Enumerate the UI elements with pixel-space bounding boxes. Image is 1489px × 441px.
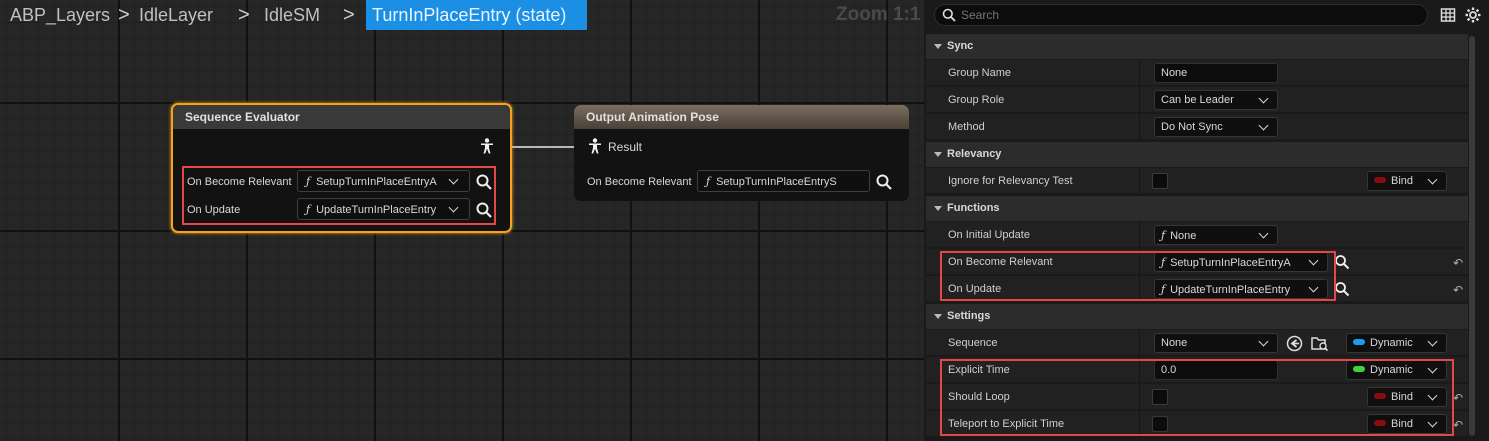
use-selected-asset-icon[interactable] <box>1286 335 1303 352</box>
search-icon[interactable] <box>1334 254 1350 270</box>
ignore-relevancy-checkbox[interactable] <box>1152 173 1168 189</box>
pin-label-on-become-relevant: On Become Relevant <box>587 176 692 188</box>
column-divider[interactable] <box>1139 60 1140 86</box>
search-icon <box>942 8 956 22</box>
row-ignore-relevancy: Ignore for Relevancy Test Bind <box>926 168 1468 194</box>
chevron-down-icon <box>1427 336 1438 347</box>
sequence-mode-select[interactable]: Dynamic <box>1346 333 1447 353</box>
property-label: Ignore for Relevancy Test <box>948 175 1073 187</box>
pose-output-pin-icon[interactable] <box>480 138 494 154</box>
property-label: Group Name <box>948 67 1011 79</box>
chevron-down-icon <box>1258 336 1269 347</box>
chevron-down-icon <box>1258 93 1269 104</box>
on-initial-update-select[interactable]: ƒ None <box>1154 225 1278 245</box>
column-divider[interactable] <box>1139 330 1140 356</box>
row-group-role: Group Role Can be Leader <box>926 87 1468 113</box>
column-divider[interactable] <box>1139 87 1140 113</box>
method-select[interactable]: Do Not Sync <box>1154 117 1278 137</box>
reset-to-default-icon[interactable]: ↶ <box>1453 283 1463 297</box>
on-become-relevant-function-select[interactable]: ƒ SetupTurnInPlaceEntryS <box>697 170 870 192</box>
node-title: Sequence Evaluator <box>173 105 510 129</box>
ignore-relevancy-bind-button[interactable]: Bind <box>1367 171 1447 191</box>
column-divider[interactable] <box>1139 168 1140 194</box>
combo-value: Do Not Sync <box>1161 121 1223 133</box>
group-role-select[interactable]: Can be Leader <box>1154 90 1278 110</box>
mode-label: Dynamic <box>1370 337 1413 349</box>
pill-icon <box>1353 339 1365 345</box>
node-title: Output Animation Pose <box>574 105 909 129</box>
section-relevancy[interactable]: Relevancy <box>926 142 1468 167</box>
row-method: Method Do Not Sync <box>926 114 1468 140</box>
row-sequence: Sequence None Dynamic <box>926 330 1468 356</box>
browse-asset-icon[interactable] <box>1311 335 1329 352</box>
section-settings[interactable]: Settings <box>926 304 1468 329</box>
property-label: Method <box>948 121 985 133</box>
property-label: On Initial Update <box>948 229 1030 241</box>
table-view-icon[interactable] <box>1440 7 1456 23</box>
combo-value: None <box>1161 337 1188 349</box>
row-on-initial-update: On Initial Update ƒ None <box>926 222 1468 248</box>
sequence-asset-select[interactable]: None <box>1154 333 1278 353</box>
highlight-box <box>182 166 496 225</box>
column-divider[interactable] <box>1139 114 1140 140</box>
chevron-down-icon <box>1258 228 1269 239</box>
graph-editor[interactable]: ABP_Layers > IdleLayer > IdleSM > TurnIn… <box>0 0 924 441</box>
property-label: Sequence <box>948 337 998 349</box>
combo-value: Can be Leader <box>1161 94 1234 106</box>
group-name-field[interactable]: None <box>1154 63 1278 83</box>
property-label: Group Role <box>948 94 1005 106</box>
bind-label: Bind <box>1391 175 1414 187</box>
highlight-box <box>940 251 1336 301</box>
highlight-box <box>940 359 1454 436</box>
reset-to-default-icon[interactable]: ↶ <box>1453 391 1463 405</box>
section-sync[interactable]: Sync <box>926 34 1468 59</box>
details-scrollbar[interactable] <box>1469 36 1475 436</box>
details-search[interactable] <box>934 4 1428 26</box>
chevron-down-icon <box>1427 174 1438 185</box>
combo-value: None <box>1170 230 1197 242</box>
gear-icon[interactable] <box>1464 6 1482 24</box>
search-icon[interactable] <box>1334 281 1350 297</box>
column-divider[interactable] <box>1139 222 1140 248</box>
search-input[interactable] <box>961 7 1411 23</box>
reset-to-default-icon[interactable]: ↶ <box>1453 256 1463 270</box>
section-functions[interactable]: Functions <box>926 196 1468 221</box>
result-pin-label: Result <box>608 140 643 154</box>
function-name: SetupTurnInPlaceEntryS <box>716 176 837 188</box>
pill-icon <box>1374 177 1386 183</box>
function-icon: ƒ <box>706 175 711 188</box>
row-group-name: Group Name None <box>926 60 1468 86</box>
chevron-down-icon <box>1258 120 1269 131</box>
search-icon[interactable] <box>875 173 893 191</box>
reset-to-default-icon[interactable]: ↶ <box>1453 418 1463 432</box>
function-icon: ƒ <box>1161 229 1166 242</box>
pose-input-pin-icon[interactable] <box>588 138 602 154</box>
